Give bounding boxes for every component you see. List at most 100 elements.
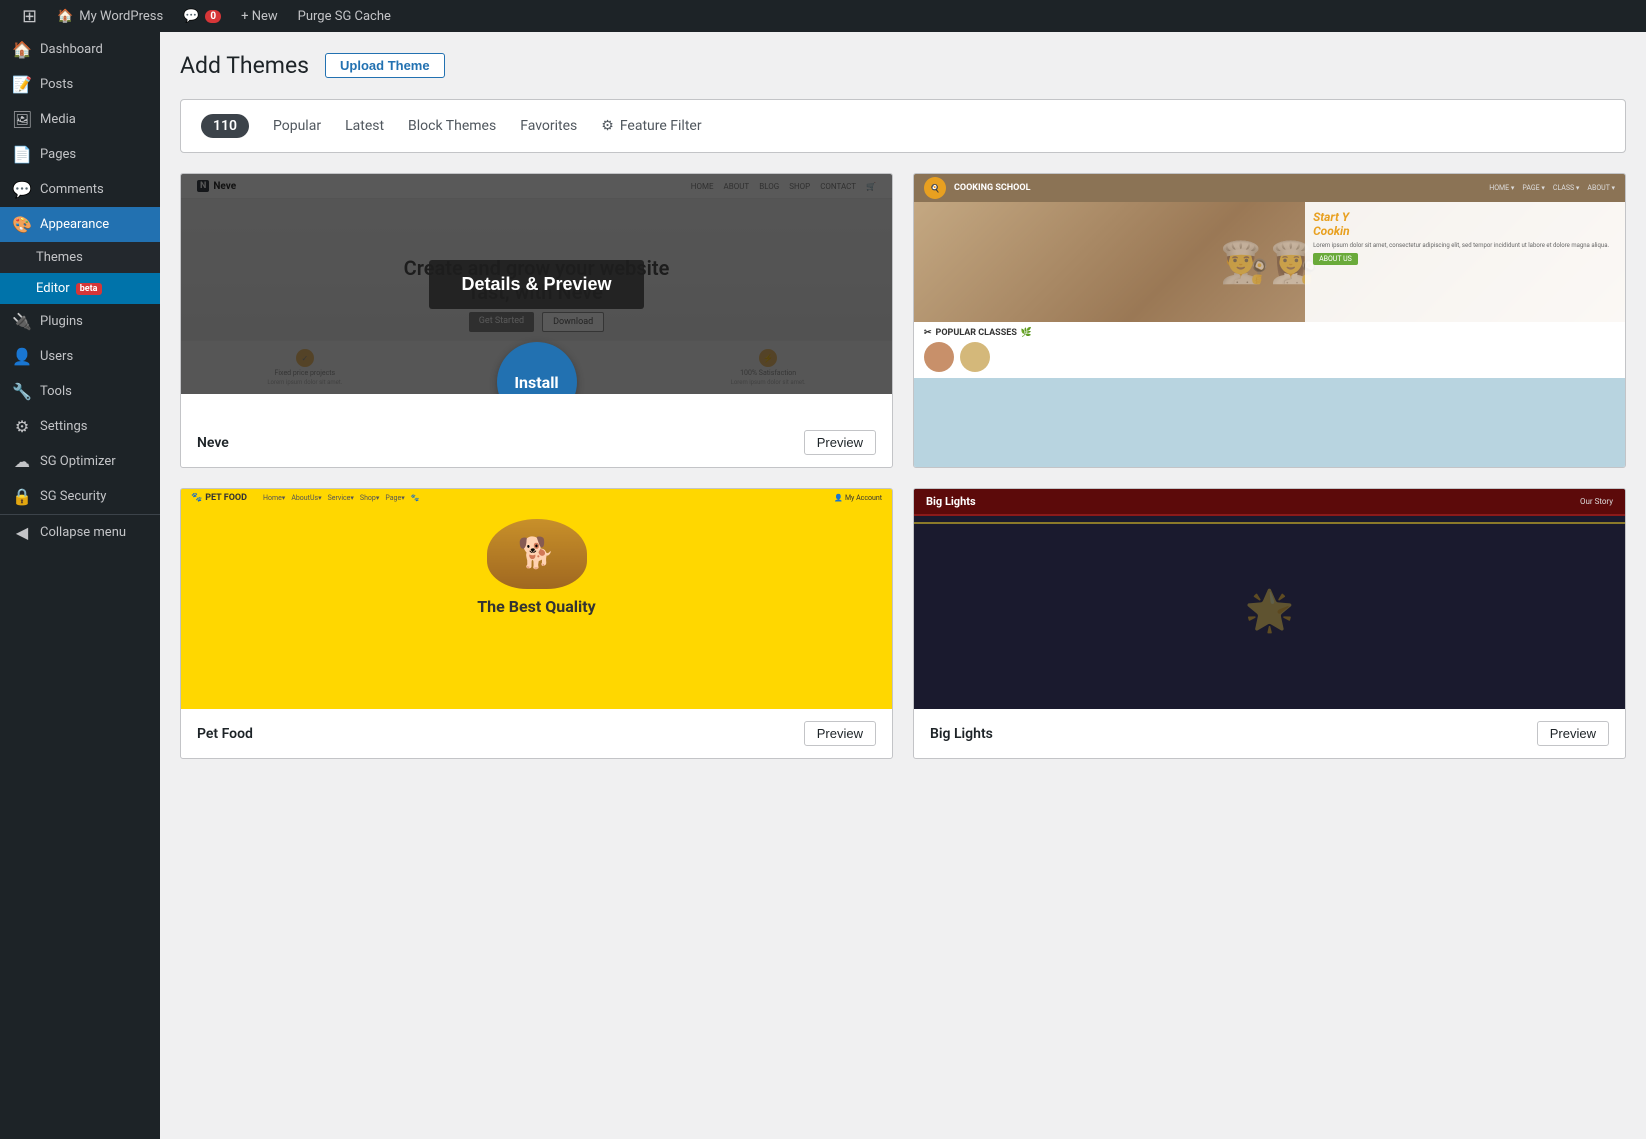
sidebar-item-settings[interactable]: ⚙ Settings	[0, 409, 160, 444]
beta-badge: beta	[76, 283, 102, 295]
posts-icon: 📝	[12, 75, 32, 94]
sidebar-item-sg-optimizer[interactable]: ☁ SG Optimizer	[0, 444, 160, 479]
pet-header: 🐾 PET FOOD Home▾ AboutUs▾ Service▾ Shop▾…	[181, 489, 892, 507]
pet-logo: 🐾 PET FOOD	[191, 493, 247, 503]
account-icon: 👤	[834, 494, 843, 502]
cooking-hero-image: 👨‍🍳👩‍🍳 Start YCookin Lorem ipsum dolor s…	[914, 202, 1625, 322]
sidebar-item-collapse[interactable]: ◀ Collapse menu	[0, 514, 160, 550]
settings-icon: ⚙	[12, 417, 32, 436]
neve-details-preview-button[interactable]: Details & Preview	[429, 260, 643, 309]
new-item[interactable]: + New	[231, 0, 288, 32]
sidebar-item-editor[interactable]: Editor beta	[0, 273, 160, 304]
theme-card-neve: N Neve HOME ABOUT BLOG SHOP CONTACT 🛒	[180, 173, 893, 468]
sidebar-label-media: Media	[40, 112, 76, 127]
cooking-card-footer: Cooking Classes Preview	[914, 467, 1625, 468]
cooking-preview: 🍳 COOKING SCHOOL HOME ▾ PAGE ▾ CLASS ▾ A…	[914, 174, 1625, 467]
sidebar-item-sg-security[interactable]: 🔒 SG Security	[0, 479, 160, 514]
sidebar-item-users[interactable]: 👤 Users	[0, 339, 160, 374]
tab-latest[interactable]: Latest	[345, 114, 384, 138]
cooking-logo: 🍳	[924, 177, 946, 199]
sidebar-label-collapse: Collapse menu	[40, 525, 126, 540]
pet-theme-name: Pet Food	[197, 726, 253, 742]
sidebar: 🏠 Dashboard 📝 Posts 🖼 Media 📄 Pages 💬 Co…	[0, 32, 160, 1139]
biglights-nav: Our Story	[1580, 497, 1613, 506]
biglights-content-area: 🌟	[926, 540, 1613, 680]
sidebar-item-plugins[interactable]: 🔌 Plugins	[0, 304, 160, 339]
biglights-divider	[914, 522, 1625, 524]
users-icon: 👤	[12, 347, 32, 366]
pages-icon: 📄	[12, 145, 32, 164]
upload-theme-button[interactable]: Upload Theme	[325, 53, 445, 78]
sg-optimizer-icon: ☁	[12, 452, 32, 471]
pet-preview-button[interactable]: Preview	[804, 721, 876, 746]
neve-card-footer: Neve Preview	[181, 394, 892, 467]
cooking-classes-title: ✂ POPULAR CLASSES 🌿	[924, 328, 1615, 338]
sidebar-label-dashboard: Dashboard	[40, 42, 103, 57]
cooking-school-label: COOKING SCHOOL	[954, 183, 1030, 193]
purge-cache-item[interactable]: Purge SG Cache	[288, 0, 401, 32]
sidebar-item-pages[interactable]: 📄 Pages	[0, 137, 160, 172]
sidebar-label-sg-security: SG Security	[40, 489, 106, 504]
sidebar-label-users: Users	[40, 349, 73, 364]
biglights-preview-button[interactable]: Preview	[1537, 721, 1609, 746]
dashboard-icon: 🏠	[12, 40, 32, 59]
purge-cache-label: Purge SG Cache	[298, 9, 391, 24]
sidebar-item-media[interactable]: 🖼 Media	[0, 102, 160, 137]
dog-image: 🐕	[487, 519, 587, 589]
appearance-icon: 🎨	[12, 215, 32, 234]
sidebar-item-appearance[interactable]: 🎨 Appearance	[0, 207, 160, 242]
sidebar-item-comments[interactable]: 💬 Comments	[0, 172, 160, 207]
sidebar-label-plugins: Plugins	[40, 314, 83, 329]
cooking-hero: 👨‍🍳👩‍🍳 Start YCookin Lorem ipsum dolor s…	[914, 202, 1625, 322]
cooking-start-label: Start YCookin	[1313, 210, 1617, 238]
tab-popular[interactable]: Popular	[273, 114, 321, 138]
comments-sidebar-icon: 💬	[12, 180, 32, 199]
media-icon: 🖼	[12, 110, 32, 129]
cooking-hero-text: Start YCookin Lorem ipsum dolor sit amet…	[1305, 202, 1625, 322]
sidebar-item-themes[interactable]: Themes	[0, 242, 160, 273]
biglights-header: Big Lights Our Story	[914, 489, 1625, 516]
sidebar-label-comments: Comments	[40, 182, 104, 197]
themes-grid: N Neve HOME ABOUT BLOG SHOP CONTACT 🛒	[180, 173, 1626, 759]
content-area: Add Themes Upload Theme 110 Popular Late…	[160, 32, 1646, 1139]
comments-item[interactable]: 💬 0	[173, 0, 231, 32]
sidebar-label-sg-optimizer: SG Optimizer	[40, 454, 116, 469]
pet-preview: 🐾 PET FOOD Home▾ AboutUs▾ Service▾ Shop▾…	[181, 489, 892, 709]
gear-icon: ⚙	[601, 118, 614, 134]
cooking-header: 🍳 COOKING SCHOOL HOME ▾ PAGE ▾ CLASS ▾ A…	[914, 174, 1625, 202]
page-title: Add Themes	[180, 52, 309, 79]
appearance-submenu: Themes Editor beta	[0, 242, 160, 304]
tab-favorites[interactable]: Favorites	[520, 114, 577, 138]
comments-count: 0	[205, 10, 221, 23]
sidebar-item-posts[interactable]: 📝 Posts	[0, 67, 160, 102]
neve-theme-name: Neve	[197, 435, 229, 451]
tab-feature-filter[interactable]: ⚙ Feature Filter	[601, 114, 701, 138]
my-account: 👤 My Account	[834, 494, 882, 502]
sidebar-label-themes: Themes	[36, 250, 83, 265]
pet-best-quality-label: The Best Quality	[477, 597, 595, 616]
site-name-item[interactable]: 🏠 My WordPress	[47, 0, 173, 32]
neve-preview-button[interactable]: Preview	[804, 430, 876, 455]
filter-bar: 110 Popular Latest Block Themes Favorite…	[180, 99, 1626, 153]
main-layout: 🏠 Dashboard 📝 Posts 🖼 Media 📄 Pages 💬 Co…	[0, 32, 1646, 1139]
sidebar-item-dashboard[interactable]: 🏠 Dashboard	[0, 32, 160, 67]
site-name-label: My WordPress	[79, 9, 163, 24]
theme-card-pet: 🐾 PET FOOD Home▾ AboutUs▾ Service▾ Shop▾…	[180, 488, 893, 759]
cooking-desc: Lorem ipsum dolor sit amet, consectetur …	[1313, 242, 1617, 249]
tab-block-themes[interactable]: Block Themes	[408, 114, 496, 138]
plugins-icon: 🔌	[12, 312, 32, 331]
sidebar-item-tools[interactable]: 🔧 Tools	[0, 374, 160, 409]
sidebar-label-appearance: Appearance	[40, 217, 109, 232]
sidebar-label-tools: Tools	[40, 384, 72, 399]
wp-logo-item[interactable]: ⊞	[12, 0, 47, 32]
wp-icon: ⊞	[22, 6, 37, 27]
biglights-card-footer: Big Lights Preview	[914, 709, 1625, 758]
biglights-content: 🌟	[914, 530, 1625, 690]
pet-hero: 🐕 The Best Quality	[181, 507, 892, 627]
sidebar-label-posts: Posts	[40, 77, 73, 92]
paw-icon: 🐾	[191, 493, 202, 503]
comments-icon: 💬	[183, 9, 199, 24]
home-icon: 🏠	[57, 9, 73, 24]
theme-card-biglights: Big Lights Our Story 🌟 Big Lights	[913, 488, 1626, 759]
neve-preview: N Neve HOME ABOUT BLOG SHOP CONTACT 🛒	[181, 174, 892, 394]
